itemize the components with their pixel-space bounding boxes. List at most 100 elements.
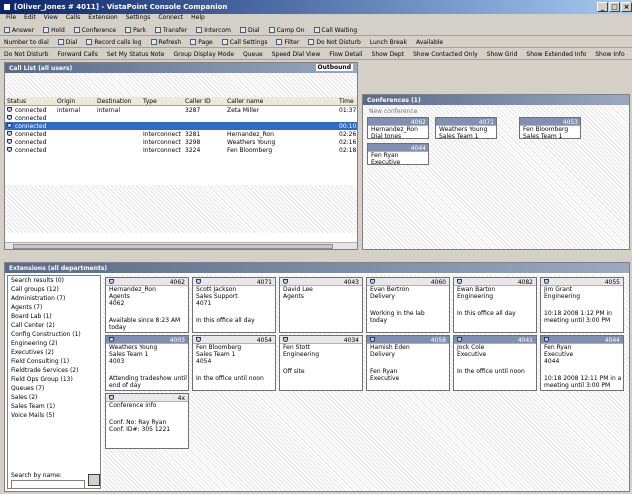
department-item[interactable]: Executives (2) — [8, 348, 100, 357]
department-item[interactable]: Queues (7) — [8, 384, 100, 393]
extension-card[interactable]: 4054 Fen Bloomberg Sales Team 1 4054 In the … — [192, 335, 276, 391]
department-item[interactable]: Engineering (2) — [8, 339, 100, 348]
department-item[interactable]: Config Construction (1) — [8, 330, 100, 339]
toolbar-button-available[interactable]: Available — [416, 37, 443, 47]
column-header-origin[interactable]: Origin — [57, 98, 75, 105]
call-row[interactable]: connected — [5, 114, 357, 122]
column-header-caller-name[interactable]: Caller name — [227, 98, 263, 105]
column-header-caller-id[interactable]: Caller ID — [185, 98, 211, 105]
conference-card[interactable]: 4053 Fen Bloomberg Sales Team 1 — [519, 117, 581, 139]
extension-card[interactable]: 4062 Hernandez_Ron Agents 4062 Available sin… — [105, 277, 189, 333]
conference-card[interactable]: 4071 Weathers Young Sales Team 1 — [435, 117, 497, 139]
toolbar-button-camp-on[interactable]: Camp On — [268, 25, 305, 35]
extension-card[interactable]: 4071 Scott Jackson Sales Support 4071 In thi… — [192, 277, 276, 333]
department-item[interactable]: Fieldtrade Services (2) — [8, 366, 100, 375]
extension-card[interactable]: 4034 Fen Stott Engineering Off site — [279, 335, 363, 391]
department-item[interactable]: Field Ops Group (13) — [8, 375, 100, 384]
department-item[interactable]: Call groups (12) — [8, 285, 100, 294]
close-button[interactable]: × — [621, 2, 632, 12]
toolbar-button-answer[interactable]: Answer — [4, 25, 34, 35]
extension-card[interactable]: 4041 Jock Cole Executive In the office unti… — [453, 335, 537, 391]
toolbar-button-call-waiting[interactable]: Call Waiting — [313, 25, 357, 35]
extension-card[interactable]: 4043 David Lee Agents — [279, 277, 363, 333]
department-item[interactable]: Administration (7) — [8, 294, 100, 303]
extension-card[interactable]: 4044 Fen Ryan Executive 4044 10:18 2008 12:1… — [540, 335, 624, 391]
department-item[interactable]: Sales Team (1) — [8, 402, 100, 411]
menu-item-settings[interactable]: Settings — [126, 14, 151, 21]
toolbar-button-hold[interactable]: Hold — [43, 25, 65, 35]
menu-item-help[interactable]: Help — [191, 14, 205, 21]
maximize-button[interactable]: □ — [609, 2, 620, 12]
column-header-destination[interactable]: Destination — [97, 98, 131, 105]
menu-item-view[interactable]: View — [44, 14, 58, 21]
department-item[interactable]: Sales (2) — [8, 393, 100, 402]
department-item[interactable]: Agents (7) — [8, 303, 100, 312]
extension-dept: Agents — [109, 293, 130, 300]
toolbar-button-dial[interactable]: Dial — [57, 37, 77, 47]
toolbar-button-number-to-dial[interactable]: Number to dial — [4, 37, 49, 47]
toolbar-button-intercom[interactable]: Intercom — [196, 25, 231, 35]
new-conference-button[interactable]: New conference — [363, 105, 629, 117]
column-header-type[interactable]: Type — [143, 98, 157, 105]
department-item[interactable]: Field Consulting (1) — [8, 357, 100, 366]
call-list-scrollbar[interactable] — [5, 242, 357, 249]
extension-card[interactable]: 4x Conference info Conf. No: Ray Ryan Conf.… — [105, 393, 189, 449]
menu-item-calls[interactable]: Calls — [66, 14, 80, 21]
search-input[interactable] — [11, 480, 85, 489]
toolbar-button-record-calls-log[interactable]: Record calls log — [86, 37, 142, 47]
view-toggle-forward-calls[interactable]: Forward Calls — [57, 49, 97, 59]
conference-card[interactable]: 4044 Fen Ryan Executive — [367, 143, 429, 165]
toolbar-button-transfer[interactable]: Transfer — [155, 25, 187, 35]
search-button[interactable] — [88, 474, 100, 486]
view-toggle-show-contacted-only[interactable]: Show Contacted Only — [413, 49, 478, 59]
column-header-time[interactable]: Time — [339, 98, 354, 105]
view-toggle-show-info[interactable]: Show Info — [595, 49, 624, 59]
extension-dept: Executive — [544, 351, 574, 358]
extension-card[interactable]: 4058 Hamish Eden Delivery Fen Ryan Executive — [366, 335, 450, 391]
extension-card[interactable]: 4055 Jim Grant Engineering 10:18 2008 1:12 … — [540, 277, 624, 333]
department-item[interactable]: Board Lab (1) — [8, 312, 100, 321]
department-item[interactable]: Voice Mails (5) — [8, 411, 100, 420]
view-toggle-set-my-status-note[interactable]: Set My Status Note — [107, 49, 165, 59]
view-toggle-show-extended-info[interactable]: Show Extended Info — [526, 49, 586, 59]
column-header-status[interactable]: Status — [7, 98, 26, 105]
extension-name: Hamish Eden — [370, 344, 410, 351]
conference-card[interactable]: 4062 Hernandez_Ron Dial tones — [367, 117, 429, 139]
toolbar-button-page[interactable]: Page — [190, 37, 213, 47]
department-item[interactable]: Call Center (2) — [8, 321, 100, 330]
department-item[interactable]: Search results (0) — [8, 276, 100, 285]
menu-item-edit[interactable]: Edit — [24, 14, 36, 21]
call-row[interactable]: connected Interconnect 3281 Hernandez_Ron 02… — [5, 130, 357, 138]
view-toggle-show-grid[interactable]: Show Grid — [487, 49, 518, 59]
toolbar-button-park[interactable]: Park — [125, 25, 146, 35]
toolbar-button-refresh[interactable]: Refresh — [150, 37, 181, 47]
view-toggle-speed-dial-view[interactable]: Speed Dial View — [272, 49, 321, 59]
menu-item-file[interactable]: File — [6, 14, 16, 21]
extension-card[interactable]: 4003 Weathers Young Sales Team 1 4003 Attend… — [105, 335, 189, 391]
call-row[interactable]: connected internal internal 3287 Zeta Miller… — [5, 106, 357, 114]
toolbar-button-dial[interactable]: Dial — [239, 25, 260, 35]
toolbar-button-lunch-break[interactable]: Lunch Break — [370, 37, 407, 47]
phone-icon — [544, 337, 549, 342]
view-toggle-flow-detail[interactable]: Flow Detail — [329, 49, 362, 59]
view-toggle-queue[interactable]: Queue — [243, 49, 263, 59]
toolbar-button-conference[interactable]: Conference — [73, 25, 116, 35]
view-toggle-show-dept[interactable]: Show Dept — [372, 49, 405, 59]
toolbar-button-filter[interactable]: Filter — [276, 37, 299, 47]
scrollbar-thumb[interactable] — [13, 244, 333, 249]
call-row[interactable]: connected Interconnect 3224 Fen Bloomberg 02… — [5, 146, 357, 154]
view-toggle-group-display-mode[interactable]: Group Display Mode — [173, 49, 234, 59]
extension-card[interactable]: 4082 Ewan Barton Engineering In this office… — [453, 277, 537, 333]
extension-card[interactable]: 4060 Evan Bertron Delivery Working in the l… — [366, 277, 450, 333]
extension-status-note-2: Executive — [370, 375, 400, 382]
view-toggle-do-not-disturb[interactable]: Do Not Disturb — [4, 49, 48, 59]
app-icon — [3, 3, 11, 11]
call-row[interactable]: connected Interconnect 3298 Weathers Young 0… — [5, 138, 357, 146]
call-row[interactable]: connected 00:10 — [5, 122, 357, 130]
toolbar-button-call-settings[interactable]: Call Settings — [221, 37, 267, 47]
menu-item-extension[interactable]: Extension — [88, 14, 117, 21]
minimize-button[interactable]: _ — [597, 2, 608, 12]
toolbar-button-do-not-disturb[interactable]: Do Not Disturb — [308, 37, 361, 47]
menu-item-connect[interactable]: Connect — [158, 14, 183, 21]
